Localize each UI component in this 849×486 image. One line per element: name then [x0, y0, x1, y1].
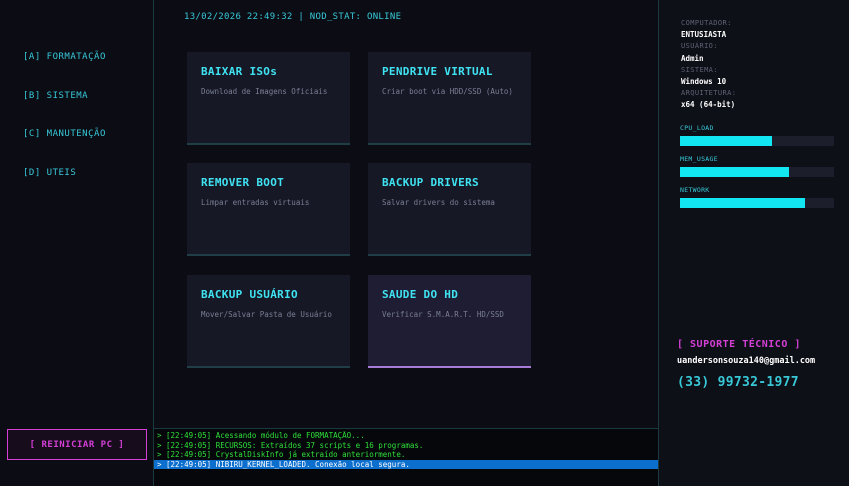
sidebar: [A] FORMATAÇÃO [B] SISTEMA [C] MANUTENÇÃ… [0, 0, 154, 486]
card-backup-drivers[interactable]: BACKUP DRIVERS Salvar drivers do sistema [368, 163, 531, 256]
cpu-load-fill [680, 136, 773, 146]
header-status: 13/02/2026 22:49:32 | NOD_STAT: ONLINE [184, 12, 402, 22]
sidebar-item-formatacao[interactable]: [A] FORMATAÇÃO [23, 52, 106, 62]
mem-usage-label: MEM_USAGE [680, 155, 718, 163]
system-panel: COMPUTADOR: ENTUSIASTA USUÁRIO: Admin SI… [658, 0, 849, 486]
card-desc: Download de Imagens Oficiais [201, 87, 328, 96]
card-backup-usuario[interactable]: BACKUP USUÁRIO Mover/Salvar Pasta de Usu… [187, 275, 350, 368]
user-label: USUÁRIO: [681, 42, 718, 50]
card-title: BACKUP USUÁRIO [201, 288, 298, 301]
os-label: SISTEMA: [681, 66, 718, 74]
card-remover-boot[interactable]: REMOVER BOOT Limpar entradas virtuais [187, 163, 350, 256]
card-title: REMOVER BOOT [201, 176, 285, 189]
cpu-load-label: CPU_LOAD [680, 124, 714, 132]
card-title: PENDRIVE VIRTUAL [382, 65, 493, 78]
network-bar [680, 198, 834, 208]
card-title: SAUDE DO HD [382, 288, 459, 301]
computer-label: COMPUTADOR: [681, 19, 732, 27]
sidebar-item-uteis[interactable]: [D] UTEIS [23, 168, 76, 178]
card-saude-do-hd[interactable]: SAUDE DO HD Verificar S.M.A.R.T. HD/SSD [368, 275, 531, 368]
os-value: Windows 10 [681, 77, 727, 86]
card-title: BAIXAR ISOs [201, 65, 278, 78]
log-line: > [22:49:05] Acessando módulo de FORMATA… [157, 431, 365, 440]
log-line-selected: > [22:49:05] NIBIRU_KERNEL_LOADED. Conex… [154, 459, 658, 470]
log-line: > [22:49:05] CrystalDiskInfo já extraído… [157, 450, 406, 460]
card-desc: Criar boot via HDD/SSD (Auto) [382, 87, 513, 96]
arch-value: x64 (64-bit) [681, 100, 736, 109]
sidebar-item-sistema[interactable]: [B] SISTEMA [23, 91, 88, 101]
card-baixar-isos[interactable]: BAIXAR ISOs Download de Imagens Oficiais [187, 52, 350, 145]
reboot-button[interactable]: [ REINICIAR PC ] [7, 429, 147, 460]
support-email[interactable]: uandersonsouza140@gmail.com [677, 356, 815, 366]
card-pendrive-virtual[interactable]: PENDRIVE VIRTUAL Criar boot via HDD/SSD … [368, 52, 531, 145]
arch-label: ARQUITETURA: [681, 89, 737, 97]
log-line: > [22:49:05] RECURSOS: Extraídos 37 scri… [157, 440, 424, 450]
network-label: NETWORK [680, 186, 710, 194]
support-title: [ SUPORTE TÉCNICO ] [677, 339, 801, 350]
sidebar-item-manutencao[interactable]: [C] MANUTENÇÃO [23, 129, 106, 139]
user-value: Admin [681, 54, 704, 63]
mem-usage-fill [680, 167, 790, 177]
card-desc: Verificar S.M.A.R.T. HD/SSD [382, 310, 504, 319]
cpu-load-bar [680, 136, 834, 146]
computer-value: ENTUSIASTA [681, 30, 727, 39]
card-desc: Limpar entradas virtuais [201, 198, 310, 207]
support-phone: (33) 99732-1977 [677, 375, 799, 390]
card-desc: Mover/Salvar Pasta de Usuário [201, 310, 332, 319]
card-title: BACKUP DRIVERS [382, 176, 479, 189]
network-fill [680, 198, 805, 208]
console-log[interactable]: > [22:49:05] Acessando módulo de FORMATA… [154, 428, 658, 486]
card-desc: Salvar drivers do sistema [382, 198, 495, 207]
mem-usage-bar [680, 167, 834, 177]
